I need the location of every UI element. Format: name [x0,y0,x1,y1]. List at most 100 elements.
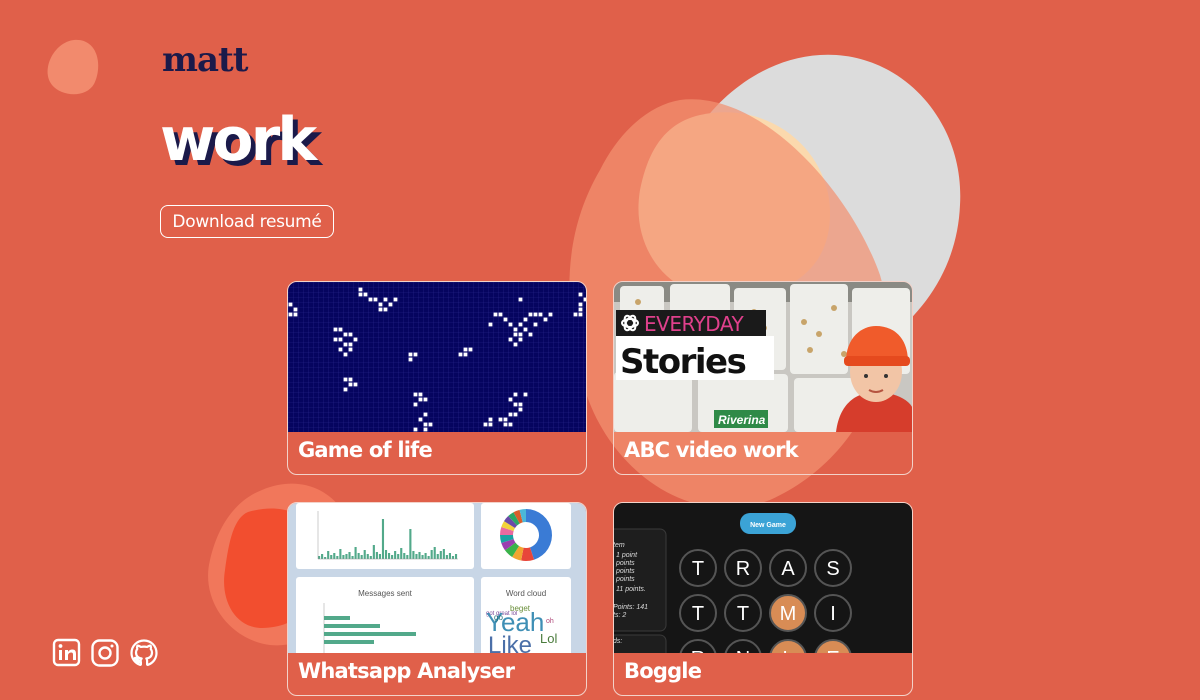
life-cell [578,307,583,312]
linkedin-icon[interactable] [52,638,82,668]
life-cell [348,347,353,352]
timeline-bar [436,554,439,559]
abc-video-thumbnail: Riverina EVERYDAY Stories [614,282,912,432]
life-cell [423,427,428,432]
life-cell [483,422,488,427]
life-cell [503,417,508,422]
timeline-bar [388,553,391,559]
life-cell [498,417,503,422]
life-cell [513,332,518,337]
life-cell [343,332,348,337]
boggle-letter: S [826,558,839,580]
blob-peach [638,112,831,299]
boggle-preview: tem1 pointpointspointspoints11 points.Po… [614,503,912,653]
svg-text:go: go [494,613,503,622]
life-cell [523,317,528,322]
life-cell [413,427,418,432]
timeline-bar [342,555,345,559]
timeline-bar [427,556,430,559]
life-cell [343,387,348,392]
life-cell [373,297,378,302]
timeline-bar [403,553,406,559]
life-cell [498,312,503,317]
life-cell [413,352,418,357]
timeline-bar [448,553,451,559]
life-cell [338,327,343,332]
timeline-bar [351,556,354,559]
life-cell [358,287,363,292]
project-card-abc-video-work[interactable]: Riverina EVERYDAY Stories ABC video work [613,281,913,475]
timeline-bar [372,545,375,559]
project-card-game-of-life[interactable]: Game of life [287,281,587,475]
life-cell [393,297,398,302]
life-cell [423,397,428,402]
timeline-bar [415,554,418,559]
game-of-life-thumbnail [288,282,586,432]
boggle-letter: R [736,558,750,580]
timeline-bar [333,553,336,559]
new-game-label: New Game [750,522,786,529]
life-cell [428,422,433,427]
life-cell [513,342,518,347]
life-cell [408,352,413,357]
life-cell [533,312,538,317]
life-cell [548,312,553,317]
score-line: 1 point [616,552,638,559]
boggle-letter: N [736,648,750,653]
life-cell [538,312,543,317]
life-cell [508,422,513,427]
life-cell [523,392,528,397]
life-cell [388,302,393,307]
life-cell [383,297,388,302]
timeline-bar [369,556,372,559]
boggle-letter: L [782,648,793,653]
timeline-bar [375,552,378,559]
life-cell [463,347,468,352]
timeline-bar [451,556,455,559]
timeline-bar [348,552,351,559]
life-cell [418,392,423,397]
boggle-letter: A [781,558,795,580]
timeline-bar [445,555,448,559]
site-logo[interactable]: matt [162,40,248,80]
download-resume-button[interactable]: Download resumé [160,205,334,238]
life-cell [293,312,298,317]
timeline-bar [378,554,381,559]
project-title: Boggle [624,659,702,683]
life-cell [353,337,358,342]
boggle-thumbnail: tem 1 point points points points 11 points. Po… [614,503,912,653]
timeline-bar [339,549,342,559]
life-cell [518,402,523,407]
instagram-icon[interactable] [90,638,120,668]
life-cell [523,327,528,332]
life-cell [508,397,513,402]
timeline-bar [412,551,415,559]
timeline-bar [324,557,327,559]
github-icon[interactable] [129,638,159,668]
cloud-word: Lol [540,631,557,646]
timeline-bar [336,556,339,559]
timeline-bar [363,550,366,559]
life-cell [513,412,518,417]
timeline-bar [318,556,321,559]
project-title: Whatsapp Analyser [298,659,515,683]
project-title: Game of life [298,438,433,462]
life-cell [338,347,343,352]
score-line: points [615,560,635,567]
cloud-word: Like [488,632,532,653]
score-line: ds: [614,638,622,645]
whatsapp-analyser-thumbnail: Messages sent Word cloud got great lol b… [288,503,586,653]
life-cell [578,292,583,297]
project-card-whatsapp-analyser[interactable]: Messages sent Word cloud got great lol b… [287,502,587,696]
life-cell [503,422,508,427]
life-cell [543,317,548,322]
timeline-bar [397,554,400,559]
score-line: tem [614,542,625,549]
life-cell [418,397,423,402]
life-cell [463,352,468,357]
life-cell [528,332,533,337]
timeline-bar [384,550,388,559]
boggle-letter: I [830,603,836,625]
project-card-boggle[interactable]: tem 1 point points points points 11 points. Po… [613,502,913,696]
life-cell [573,312,578,317]
